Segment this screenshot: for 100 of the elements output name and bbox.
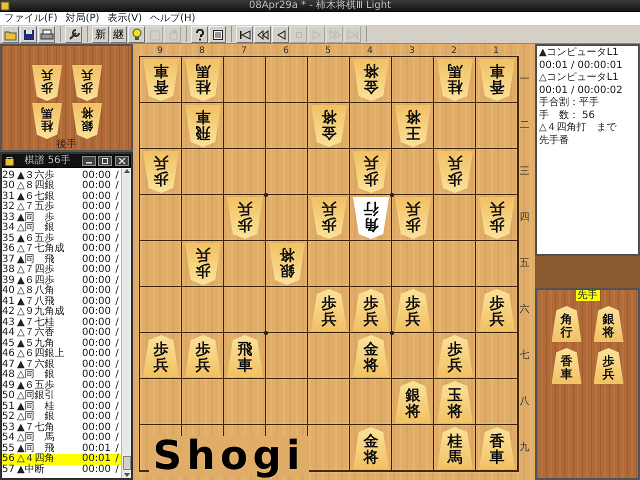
- kifu-row[interactable]: 32 △７五歩 00:00 /: [2, 202, 121, 212]
- shogi-piece[interactable]: 金将: [353, 335, 389, 377]
- shogi-piece[interactable]: 歩兵: [594, 348, 624, 384]
- info-text: ▲コンピュータL1: [539, 47, 620, 60]
- shogi-piece[interactable]: 香車: [479, 59, 515, 101]
- shogi-piece[interactable]: 香車: [552, 348, 582, 384]
- file-label: 7: [240, 46, 248, 56]
- menu-item[interactable]: ヘルプ(H): [146, 12, 200, 25]
- file-label: 1: [492, 46, 500, 56]
- move-number: 44: [2, 328, 16, 338]
- kifu-row[interactable]: 54 △同 馬 00:00 /: [2, 433, 121, 444]
- shogi-piece[interactable]: 歩兵: [185, 335, 221, 377]
- kifu-row[interactable]: 45 ▲５九角 00:00 /: [2, 338, 121, 349]
- toolbar-button[interactable]: [272, 26, 289, 43]
- toolbar-button[interactable]: [65, 26, 82, 43]
- menu-item[interactable]: 対局(P): [62, 12, 104, 25]
- move-time: 00:00: [82, 464, 112, 475]
- toolbar-button[interactable]: [209, 26, 226, 43]
- kifu-row[interactable]: 50 △同銀引 00:00 /: [2, 391, 121, 402]
- kifu-row[interactable]: 31 ▲６七銀 00:00 /: [2, 192, 121, 202]
- toolbar-button[interactable]: [38, 26, 55, 43]
- shogi-piece[interactable]: 歩兵: [353, 289, 389, 331]
- maximize-button[interactable]: [98, 156, 112, 166]
- kifu-row[interactable]: 38 △７四歩 00:00 /: [2, 265, 121, 276]
- minimize-button[interactable]: [82, 156, 96, 166]
- kifu-row[interactable]: 42 △９九角成 00:00 /: [2, 307, 121, 318]
- kifu-row[interactable]: 47 ▲７六銀 00:00 /: [2, 360, 121, 370]
- kifu-row[interactable]: 44 △７六香 00:00 /: [2, 328, 121, 338]
- shogi-piece[interactable]: 銀将: [395, 381, 431, 423]
- kifu-row[interactable]: 53 ▲７七角 00:00 /: [2, 422, 121, 433]
- shogi-piece[interactable]: 銀将: [72, 103, 102, 139]
- shogi-piece[interactable]: 歩兵: [32, 65, 62, 101]
- shogi-piece[interactable]: 銀将: [269, 243, 305, 285]
- shogi-piece[interactable]: 香車: [479, 427, 515, 469]
- kifu-row[interactable]: 35 ▲６五歩 00:00 /: [2, 234, 121, 244]
- shogi-piece[interactable]: 飛車: [185, 105, 221, 147]
- kifu-row[interactable]: 30 △８四銀 00:00 /: [2, 181, 121, 192]
- kifu-row[interactable]: 48 △同 銀 00:00 /: [2, 370, 121, 380]
- kifu-row[interactable]: 55 ▲同 飛 00:01 /: [2, 444, 121, 454]
- move-text: △７四歩: [17, 265, 56, 275]
- shogi-piece[interactable]: 桂馬: [185, 59, 221, 101]
- kifu-row[interactable]: 39 ▲６四歩 00:00 /: [2, 276, 121, 286]
- shogi-piece[interactable]: 歩兵: [72, 65, 102, 101]
- shogi-piece[interactable]: 飛車: [227, 335, 263, 377]
- shogi-piece[interactable]: 歩兵: [395, 289, 431, 331]
- shogi-piece[interactable]: 歩兵: [353, 151, 389, 193]
- scrollbar-thumb[interactable]: [122, 456, 130, 470]
- scrollbar[interactable]: [121, 168, 131, 478]
- shogi-piece[interactable]: 銀将: [594, 306, 624, 342]
- toolbar-button[interactable]: [128, 26, 145, 43]
- kifu-row[interactable]: 51 ▲同 桂 00:00 /: [2, 402, 121, 412]
- rank-label: 五: [519, 256, 530, 270]
- shogi-piece[interactable]: 角行: [552, 306, 582, 342]
- shogi-piece[interactable]: 歩兵: [437, 335, 473, 377]
- shogi-piece[interactable]: 王将: [395, 105, 431, 147]
- toolbar-button[interactable]: [254, 26, 271, 43]
- shogi-piece[interactable]: 歩兵: [311, 197, 347, 239]
- toolbar-button[interactable]: [236, 26, 253, 43]
- shogi-piece[interactable]: 歩兵: [143, 335, 179, 377]
- shogi-piece[interactable]: 桂馬: [437, 427, 473, 469]
- forward-icon: [312, 30, 322, 40]
- shogi-piece[interactable]: 歩兵: [395, 197, 431, 239]
- shogi-piece[interactable]: 歩兵: [479, 197, 515, 239]
- kifu-row[interactable]: 46 △６四銀上 00:00 /: [2, 349, 121, 360]
- kifu-row[interactable]: 49 ▲６五歩 00:00 /: [2, 380, 121, 391]
- kifu-row[interactable]: 40 △８八角 00:00 /: [2, 286, 121, 296]
- menu-item[interactable]: ファイル(F): [0, 12, 62, 25]
- kifu-row[interactable]: 43 ▲７七桂 00:00 /: [2, 318, 121, 328]
- shogi-piece[interactable]: 桂馬: [32, 103, 62, 139]
- shogi-piece[interactable]: 歩兵: [227, 197, 263, 239]
- kifu-row[interactable]: 57 ▲中断 00:00 /: [2, 464, 121, 475]
- toolbar-button[interactable]: [191, 26, 208, 43]
- shogi-piece[interactable]: 玉将: [437, 381, 473, 423]
- toolbar-button[interactable]: [2, 26, 19, 43]
- info-text: 00:01 / 00:00:01: [539, 60, 624, 72]
- kifu-row[interactable]: 56 △４四角 00:01 /: [2, 454, 121, 464]
- kifu-row[interactable]: 29 ▲３六歩 00:00 /: [2, 170, 121, 181]
- kifu-row[interactable]: 52 △同 銀 00:00 /: [2, 412, 121, 422]
- shogi-piece[interactable]: 角行: [353, 197, 389, 239]
- kifu-row[interactable]: 33 ▲同 歩 00:00 /: [2, 212, 121, 223]
- menu-item[interactable]: 表示(V): [103, 12, 146, 25]
- shogi-piece[interactable]: 金将: [353, 427, 389, 469]
- shogi-piece[interactable]: 歩兵: [437, 151, 473, 193]
- shogi-piece[interactable]: 歩兵: [143, 151, 179, 193]
- shogi-piece[interactable]: 金将: [353, 59, 389, 101]
- shogi-piece[interactable]: 桂馬: [437, 59, 473, 101]
- move-time: 00:00: [82, 328, 112, 338]
- kifu-row[interactable]: 34 △同 銀 00:00 /: [2, 223, 121, 234]
- shogi-piece[interactable]: 歩兵: [185, 243, 221, 285]
- shogi-piece[interactable]: 金将: [311, 105, 347, 147]
- toolbar-button[interactable]: 新: [92, 26, 109, 43]
- kifu-row[interactable]: 41 ▲７八飛 00:00 /: [2, 296, 121, 307]
- shogi-piece[interactable]: 歩兵: [311, 289, 347, 331]
- kifu-row[interactable]: 36 △７七角成 00:00 /: [2, 244, 121, 254]
- shogi-piece[interactable]: 香車: [143, 59, 179, 101]
- shogi-piece[interactable]: 歩兵: [479, 289, 515, 331]
- toolbar-button[interactable]: [20, 26, 37, 43]
- toolbar-button[interactable]: 継: [110, 26, 127, 43]
- close-button[interactable]: [114, 156, 128, 166]
- kifu-row[interactable]: 37 ▲同 飛 00:00 /: [2, 254, 121, 265]
